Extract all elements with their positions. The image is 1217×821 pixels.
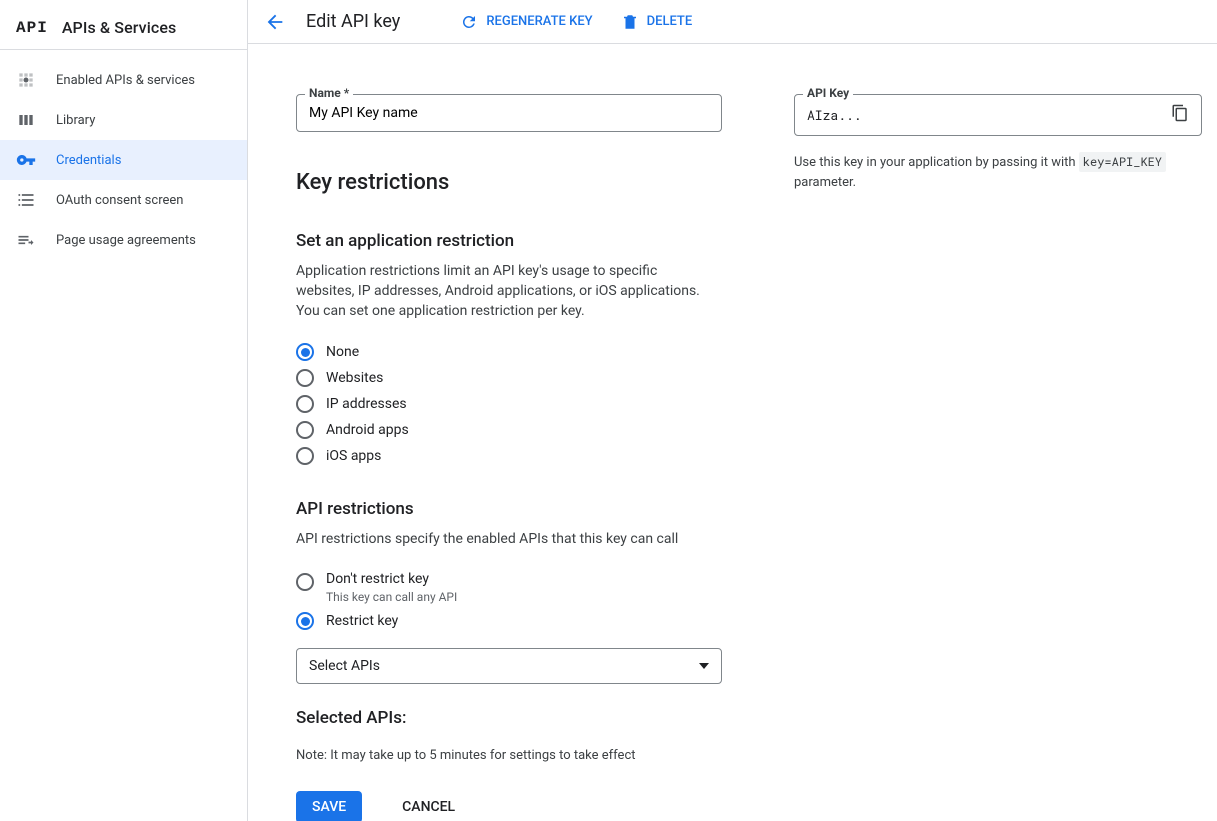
app-restriction-group: None Websites IP addresses Android apps	[296, 339, 722, 469]
sidebar-item-label: Page usage agreements	[56, 233, 196, 248]
settings-note: Note: It may take up to 5 minutes for se…	[296, 748, 722, 763]
sidebar-divider	[0, 49, 247, 50]
radio-label: Don't restrict key	[326, 571, 457, 587]
restrictions-heading: Key restrictions	[296, 170, 722, 195]
radio-label: iOS apps	[326, 448, 381, 464]
radio-ios[interactable]: iOS apps	[296, 443, 722, 469]
radio-hint: This key can call any API	[326, 590, 457, 604]
arrow-back-icon	[264, 11, 286, 33]
app-restriction-desc: Application restrictions limit an API ke…	[296, 261, 706, 321]
select-placeholder: Select APIs	[309, 658, 380, 674]
radio-label: Android apps	[326, 422, 409, 438]
copy-icon	[1171, 104, 1189, 122]
cancel-button[interactable]: CANCEL	[386, 791, 471, 821]
radio-icon	[296, 395, 314, 413]
sidebar-header: API APIs & Services	[0, 12, 247, 49]
topbar: Edit API key REGENERATE KEY DELETE	[248, 0, 1217, 44]
sidebar-item-enabled-apis[interactable]: Enabled APIs & services	[0, 60, 247, 100]
selected-apis-heading: Selected APIs:	[296, 708, 722, 728]
content: Name * Key restrictions Set an applicati…	[248, 44, 1217, 821]
delete-icon	[621, 13, 639, 31]
sidebar-item-label: OAuth consent screen	[56, 193, 183, 208]
name-label: Name *	[305, 87, 353, 99]
delete-label: DELETE	[647, 14, 693, 29]
button-row: SAVE CANCEL	[296, 791, 722, 821]
api-key-label: API Key	[803, 87, 853, 99]
radio-ip[interactable]: IP addresses	[296, 391, 722, 417]
sidebar-item-agreements[interactable]: Page usage agreements	[0, 220, 247, 260]
agreements-icon	[16, 230, 36, 250]
radio-label: None	[326, 344, 359, 360]
radio-icon	[296, 369, 314, 387]
radio-none[interactable]: None	[296, 339, 722, 365]
regenerate-button[interactable]: REGENERATE KEY	[460, 13, 592, 31]
radio-icon	[296, 573, 314, 591]
radio-icon	[296, 421, 314, 439]
sidebar-item-credentials[interactable]: Credentials	[0, 140, 247, 180]
sidebar-item-oauth[interactable]: OAuth consent screen	[0, 180, 247, 220]
select-apis-dropdown[interactable]: Select APIs	[296, 648, 722, 684]
sidebar-title: APIs & Services	[62, 18, 177, 37]
top-actions: REGENERATE KEY DELETE	[460, 13, 692, 31]
radio-label: Restrict key	[326, 613, 398, 629]
app-restriction-heading: Set an application restriction	[296, 231, 722, 251]
delete-button[interactable]: DELETE	[621, 13, 693, 31]
sidebar-item-label: Library	[56, 113, 95, 128]
radio-android[interactable]: Android apps	[296, 417, 722, 443]
copy-button[interactable]	[1171, 104, 1189, 126]
api-restriction-desc: API restrictions specify the enabled API…	[296, 529, 706, 549]
key-icon	[16, 150, 36, 170]
name-field: Name *	[296, 94, 722, 132]
save-button[interactable]: SAVE	[296, 791, 362, 821]
sidebar: API APIs & Services Enabled APIs & servi…	[0, 0, 248, 821]
grid-icon	[16, 70, 36, 90]
name-input[interactable]	[297, 95, 721, 131]
radio-websites[interactable]: Websites	[296, 365, 722, 391]
library-icon	[16, 110, 36, 130]
consent-icon	[16, 190, 36, 210]
refresh-icon	[460, 13, 478, 31]
back-button[interactable]	[264, 11, 286, 33]
sidebar-item-label: Enabled APIs & services	[56, 73, 195, 88]
main: Edit API key REGENERATE KEY DELETE Name …	[248, 0, 1217, 821]
sidebar-item-label: Credentials	[56, 153, 121, 168]
page-title: Edit API key	[306, 11, 400, 32]
radio-icon	[296, 447, 314, 465]
chevron-down-icon	[699, 663, 709, 669]
api-key-help: Use this key in your application by pass…	[794, 152, 1202, 193]
radio-dont-restrict[interactable]: Don't restrict key This key can call any…	[296, 567, 722, 608]
radio-icon	[296, 343, 314, 361]
regenerate-label: REGENERATE KEY	[486, 14, 592, 29]
radio-label: Websites	[326, 370, 383, 386]
api-key-field: API Key AIza...	[794, 94, 1202, 136]
radio-restrict[interactable]: Restrict key	[296, 608, 722, 634]
radio-icon	[296, 612, 314, 630]
radio-label: IP addresses	[326, 396, 407, 412]
api-key-value: AIza...	[807, 106, 862, 124]
sidebar-item-library[interactable]: Library	[0, 100, 247, 140]
api-restriction-heading: API restrictions	[296, 499, 722, 519]
api-logo-icon: API	[16, 19, 48, 37]
api-key-code: key=API_KEY	[1079, 152, 1166, 172]
